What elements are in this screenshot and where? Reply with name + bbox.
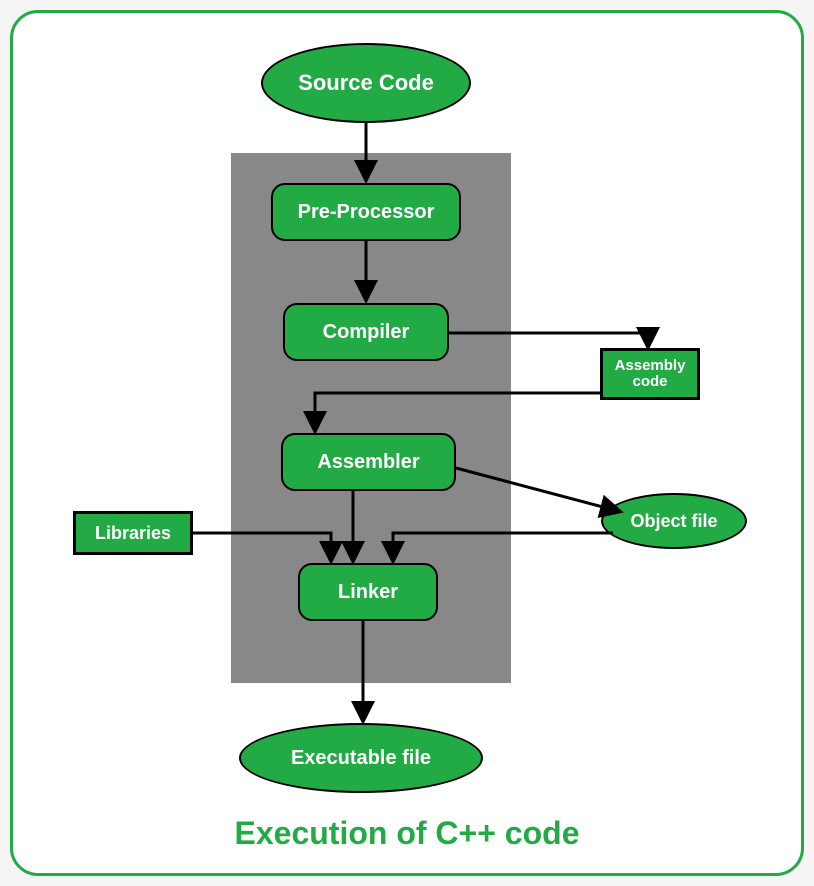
assembler-label: Assembler <box>317 451 419 474</box>
assembly-code-label: Assembly code <box>615 358 686 391</box>
compiler-label: Compiler <box>323 321 410 344</box>
compiler-node: Compiler <box>283 303 449 361</box>
assembly-code-node: Assembly code <box>600 348 700 400</box>
linker-label: Linker <box>338 581 398 604</box>
object-file-node: Object file <box>601 493 747 549</box>
preprocessor-node: Pre-Processor <box>271 183 461 241</box>
executable-node: Executable file <box>239 723 483 793</box>
libraries-node: Libraries <box>73 511 193 555</box>
linker-node: Linker <box>298 563 438 621</box>
libraries-label: Libraries <box>95 523 171 544</box>
diagram-frame: Source Code Pre-Processor Compiler Assem… <box>10 10 804 876</box>
diagram-caption: Execution of C++ code <box>13 815 801 852</box>
executable-label: Executable file <box>291 747 431 770</box>
source-code-label: Source Code <box>298 70 434 96</box>
preprocessor-label: Pre-Processor <box>298 201 435 224</box>
source-code-node: Source Code <box>261 43 471 123</box>
caption-text: Execution of C++ code <box>235 815 580 851</box>
object-file-label: Object file <box>630 511 717 532</box>
assembler-node: Assembler <box>281 433 456 491</box>
